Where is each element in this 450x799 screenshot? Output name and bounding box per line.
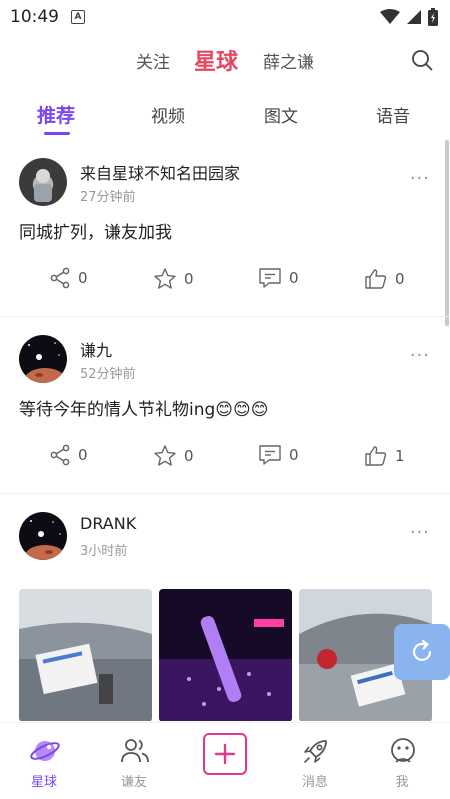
share-button[interactable]: 0 <box>49 267 88 289</box>
wifi-icon <box>380 9 400 24</box>
star-count: 0 <box>184 270 194 288</box>
tab-recommend[interactable]: 推荐 <box>37 101 75 128</box>
star-count: 0 <box>184 447 194 465</box>
top-nav: 关注 星球 薛之谦 <box>0 40 450 80</box>
star-icon <box>154 268 176 289</box>
comment-button[interactable]: 0 <box>258 444 299 466</box>
comment-button[interactable]: 0 <box>258 267 299 289</box>
share-count: 0 <box>78 269 88 287</box>
more-icon[interactable]: ··· <box>410 345 430 366</box>
thumbs-up-icon <box>365 446 387 466</box>
post-divider <box>0 316 450 317</box>
post-time: 3小时前 <box>80 544 128 559</box>
like-count: 0 <box>395 270 405 288</box>
refresh-icon <box>412 639 432 661</box>
battery-icon <box>428 8 438 26</box>
rocket-icon <box>304 740 327 763</box>
comment-count: 0 <box>289 269 299 287</box>
comment-count: 0 <box>289 446 299 464</box>
refresh-button[interactable] <box>394 624 450 680</box>
bottom-nav: 星球 谦友 消息 我 <box>0 722 450 799</box>
bottom-nav-me[interactable]: 我 <box>362 723 442 799</box>
bottom-nav-label: 谦友 <box>120 775 147 790</box>
thumbs-up-icon <box>365 269 387 289</box>
post-photo[interactable] <box>19 589 152 721</box>
like-button[interactable]: 1 <box>364 444 405 468</box>
concert-photo <box>159 589 292 721</box>
top-nav-xuezhiqian[interactable]: 薛之谦 <box>263 48 314 73</box>
author-name[interactable]: 谦九 <box>80 337 112 361</box>
status-icons <box>380 8 438 26</box>
top-nav-planet[interactable]: 星球 <box>194 44 238 76</box>
status-time: 10:49 <box>10 7 59 27</box>
tab-video[interactable]: 视频 <box>151 102 185 127</box>
bottom-nav-label: 星球 <box>30 775 57 790</box>
comment-icon <box>259 268 281 288</box>
post-actions: 0 0 0 0 <box>0 267 450 297</box>
friends-icon <box>121 739 149 763</box>
status-bar: 10:49 A <box>0 0 450 34</box>
category-tabs: 推荐 视频 图文 语音 <box>0 94 450 138</box>
tab-image-text[interactable]: 图文 <box>264 102 298 127</box>
post-actions: 0 0 0 1 <box>0 444 450 474</box>
share-icon <box>50 267 70 289</box>
create-post-button[interactable] <box>203 733 247 775</box>
post-text[interactable]: 等待今年的情人节礼物ing😊😊😊 <box>19 395 268 420</box>
planet-icon <box>30 741 60 761</box>
bottom-nav-friends[interactable]: 谦友 <box>94 723 174 799</box>
feed[interactable]: 来自星球不知名田园家 27分钟前 ··· 同城扩列，谦友加我 0 0 0 0 谦… <box>0 142 450 721</box>
search-icon[interactable] <box>410 48 434 72</box>
bottom-nav-label: 消息 <box>301 775 328 790</box>
share-button[interactable]: 0 <box>49 444 88 466</box>
profile-icon <box>391 738 415 763</box>
post-text[interactable]: 同城扩列，谦友加我 <box>19 218 172 243</box>
share-count: 0 <box>78 446 88 464</box>
post-divider <box>0 493 450 494</box>
bottom-nav-planet[interactable]: 星球 <box>4 723 84 799</box>
bottom-nav-label: 我 <box>395 775 409 790</box>
plus-icon <box>214 743 236 765</box>
like-button[interactable]: 0 <box>364 267 405 291</box>
author-name[interactable]: DRANK <box>80 514 136 533</box>
avatar[interactable] <box>19 335 67 383</box>
author-name[interactable]: 来自星球不知名田园家 <box>80 160 240 184</box>
avatar-planet-icon <box>25 342 65 383</box>
avatar[interactable] <box>19 158 67 206</box>
share-icon <box>50 444 70 466</box>
favorite-button[interactable]: 0 <box>153 444 194 468</box>
avatar-figure-icon <box>34 169 52 202</box>
tab-underline <box>44 132 70 135</box>
bottom-nav-messages[interactable]: 消息 <box>275 723 355 799</box>
more-icon[interactable]: ··· <box>410 522 430 543</box>
post-time: 27分钟前 <box>80 190 136 205</box>
signal-icon <box>407 10 421 24</box>
star-icon <box>154 445 176 466</box>
comment-icon <box>259 445 281 465</box>
avatar[interactable] <box>19 512 67 560</box>
post-photo[interactable] <box>159 589 292 721</box>
favorite-button[interactable]: 0 <box>153 267 194 291</box>
avatar-planet-icon <box>25 520 65 560</box>
post-time: 52分钟前 <box>80 367 136 382</box>
top-nav-follow[interactable]: 关注 <box>136 48 170 73</box>
stadium-photo <box>19 589 152 721</box>
more-icon[interactable]: ··· <box>410 168 430 189</box>
notification-icon: A <box>71 10 85 24</box>
tab-voice[interactable]: 语音 <box>376 102 410 127</box>
like-count: 1 <box>395 447 405 465</box>
